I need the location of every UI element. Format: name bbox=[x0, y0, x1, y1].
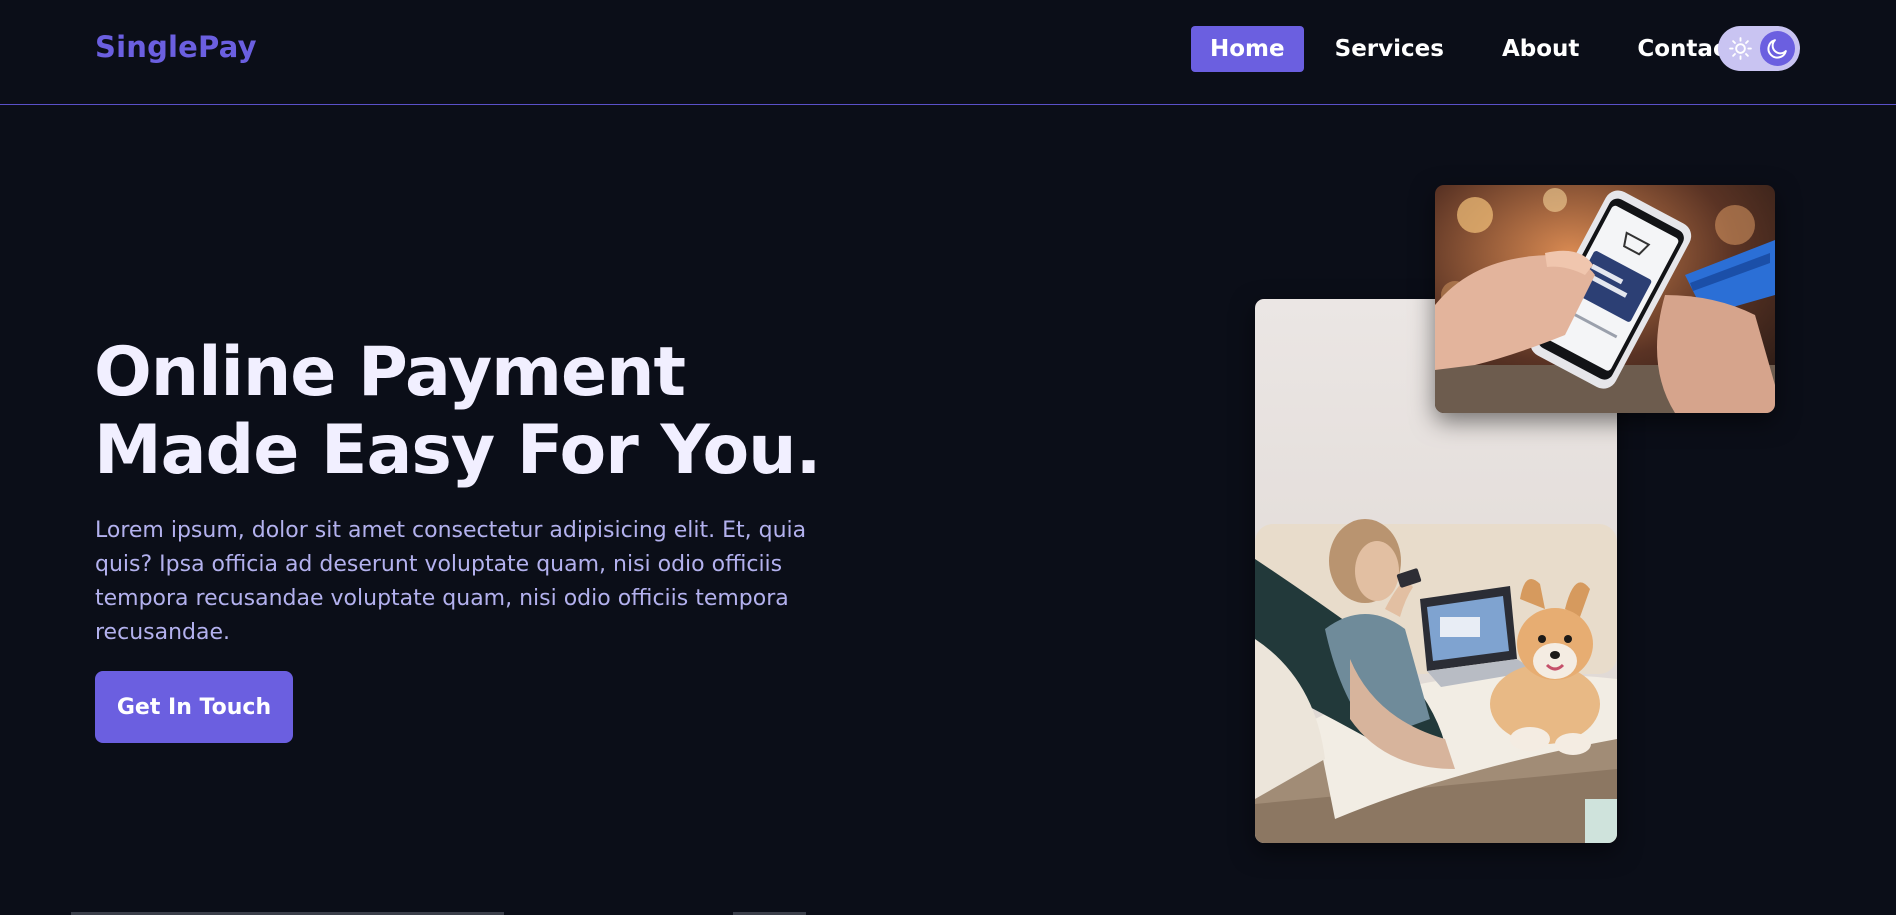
moon-icon bbox=[1767, 39, 1787, 59]
nav-home[interactable]: Home bbox=[1191, 26, 1304, 72]
site-header: SinglePay Home Services About Contact bbox=[0, 0, 1896, 105]
logo[interactable]: SinglePay bbox=[95, 30, 257, 64]
hero-title: Online Payment Made Easy For You. bbox=[94, 333, 821, 490]
phone-payment-photo bbox=[1435, 185, 1775, 413]
nav-about[interactable]: About bbox=[1483, 26, 1598, 72]
main-nav: Home Services About Contact bbox=[1191, 26, 1769, 72]
theme-toggle[interactable] bbox=[1718, 26, 1800, 71]
nav-services[interactable]: Services bbox=[1316, 26, 1463, 72]
hero-description: Lorem ipsum, dolor sit amet consectetur … bbox=[95, 518, 807, 645]
sun-icon bbox=[1729, 37, 1752, 60]
page: SinglePay Home Services About Contact On… bbox=[0, 0, 1896, 915]
get-in-touch-button[interactable]: Get In Touch bbox=[95, 671, 293, 743]
